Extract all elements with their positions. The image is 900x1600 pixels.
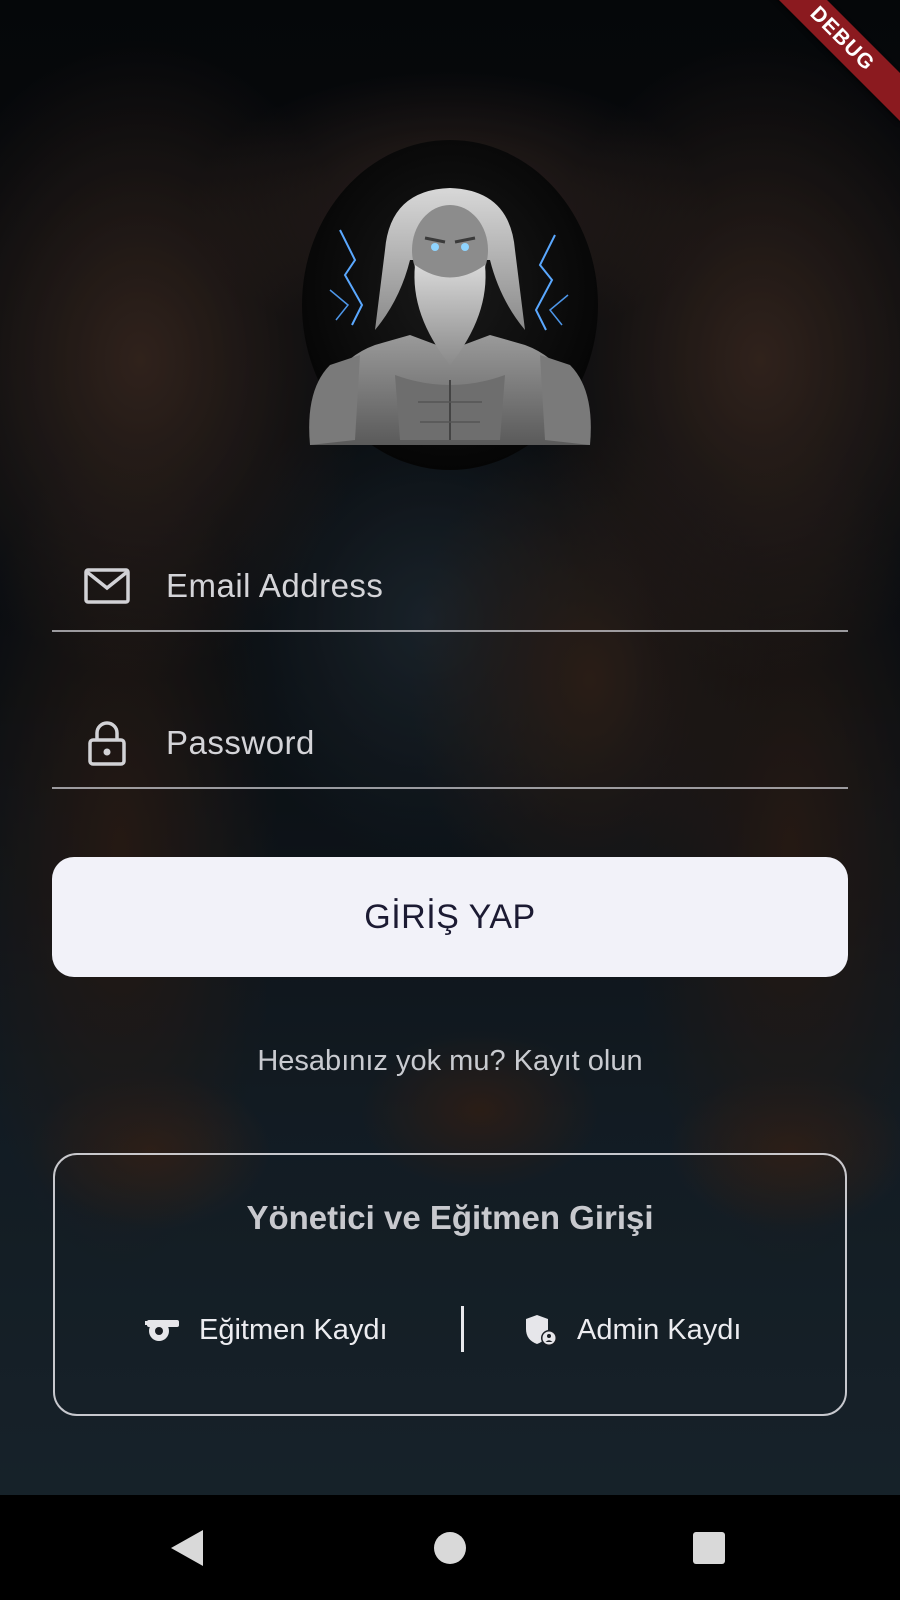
mail-icon xyxy=(82,561,132,611)
admin-register-button[interactable]: Admin Kaydı xyxy=(521,1305,741,1355)
staff-panel-title[interactable]: Yönetici ve Eğitmen Girişi xyxy=(55,1199,845,1237)
recents-square-icon[interactable] xyxy=(686,1525,732,1571)
login-button[interactable]: GİRİŞ YAP xyxy=(52,857,848,977)
email-field[interactable] xyxy=(52,542,848,632)
whistle-icon xyxy=(143,1310,183,1350)
login-screen: DEBUG Email Address GİRİŞ YAP Hesabınız … xyxy=(0,0,900,1600)
login-button-label: GİRİŞ YAP xyxy=(364,897,536,936)
staff-login-panel: Yönetici ve Eğitmen Girişi Eğitmen Kaydı xyxy=(53,1153,847,1416)
password-field[interactable] xyxy=(52,699,848,789)
staff-register-row: Eğitmen Kaydı Admin Kaydı xyxy=(55,1305,845,1355)
system-navigation-bar xyxy=(0,1495,900,1600)
back-triangle-icon[interactable] xyxy=(164,1525,210,1571)
admin-register-label: Admin Kaydı xyxy=(577,1313,742,1346)
signup-link[interactable]: Hesabınız yok mu? Kayıt olun xyxy=(0,1045,900,1078)
lock-icon xyxy=(82,718,132,768)
trainer-register-button[interactable]: Eğitmen Kaydı xyxy=(143,1305,388,1355)
email-input[interactable] xyxy=(166,567,766,605)
admin-shield-icon xyxy=(521,1310,561,1350)
password-input[interactable] xyxy=(166,724,766,762)
trainer-register-label: Eğitmen Kaydı xyxy=(199,1313,388,1346)
app-logo xyxy=(300,140,600,470)
staff-divider xyxy=(461,1306,464,1352)
home-circle-icon[interactable] xyxy=(427,1525,473,1571)
